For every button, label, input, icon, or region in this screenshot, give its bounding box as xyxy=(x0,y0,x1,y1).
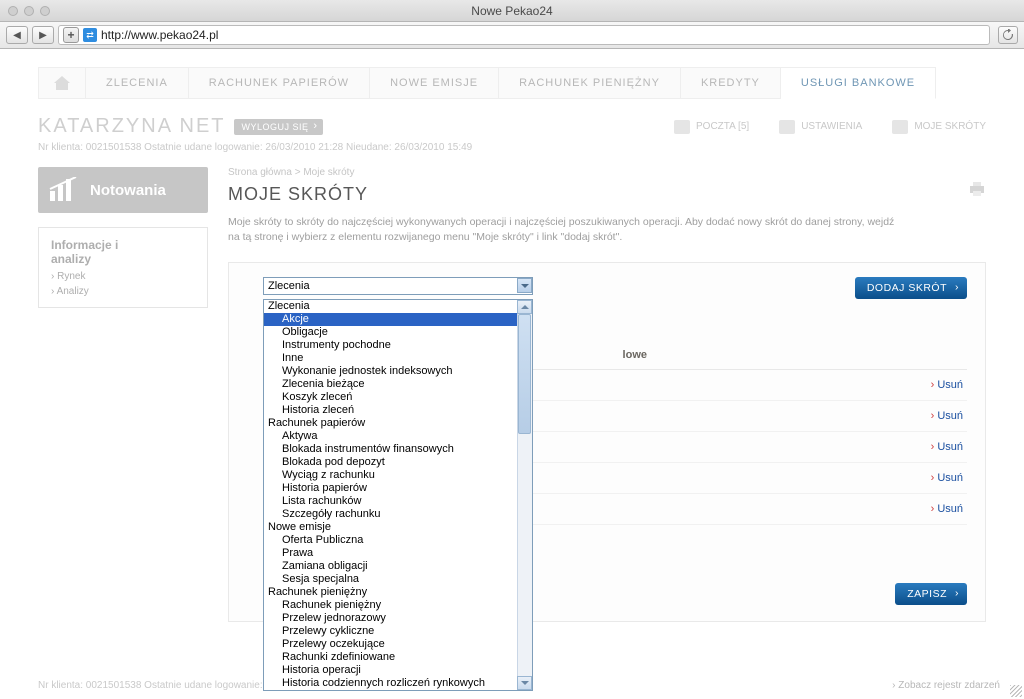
browser-titlebar: Nowe Pekao24 xyxy=(0,0,1024,22)
nav-home[interactable] xyxy=(38,67,86,99)
nav-uslugi-bankowe[interactable]: USŁUGI BANKOWE xyxy=(781,67,936,99)
dropdown-option[interactable]: Wykonanie jednostek indeksowych xyxy=(264,365,517,378)
dropdown-option[interactable]: Akcje xyxy=(264,313,517,326)
dropdown-option[interactable]: Aktywa xyxy=(264,430,517,443)
scroll-down-button[interactable] xyxy=(517,676,532,690)
shortcut-select[interactable]: Zlecenia xyxy=(263,277,533,295)
dropdown-option[interactable]: Przelew jednorazowy xyxy=(264,612,517,625)
nav-zlecenia[interactable]: ZLECENIA xyxy=(86,67,189,99)
settings-link[interactable]: USTAWIENIA xyxy=(779,120,862,134)
sidebar-item-informacje[interactable]: Informacje i analizy Rynek Analizy xyxy=(38,227,208,308)
dropdown-option[interactable]: Przelewy cykliczne xyxy=(264,625,517,638)
dropdown-option[interactable]: Wyciąg z rachunku xyxy=(264,469,517,482)
dropdown-option[interactable]: Historia operacji xyxy=(264,664,517,677)
delete-link[interactable]: Usuń xyxy=(931,379,963,391)
resize-handle[interactable] xyxy=(1010,685,1022,697)
main-nav: ZLECENIA RACHUNEK PAPIERÓW NOWE EMISJE R… xyxy=(38,67,986,99)
select-value: Zlecenia xyxy=(268,280,310,292)
dropdown-option[interactable]: Rachunek pieniężny xyxy=(264,599,517,612)
dropdown-option[interactable]: Zamiana obligacji xyxy=(264,560,517,573)
dropdown-option[interactable]: Blokada instrumentów finansowych xyxy=(264,443,517,456)
window-title: Nowe Pekao24 xyxy=(0,4,1024,18)
gear-icon xyxy=(779,120,795,134)
sidebar-item-label: Notowania xyxy=(90,182,166,199)
dropdown-group: Zlecenia xyxy=(264,300,517,313)
sidebar-item-notowania[interactable]: Notowania xyxy=(38,167,208,213)
back-button[interactable]: ◀ xyxy=(6,26,28,44)
home-icon xyxy=(53,75,71,91)
mail-link[interactable]: POCZTA [5] xyxy=(674,120,749,134)
delete-link[interactable]: Usuń xyxy=(931,441,963,453)
dropdown-option[interactable]: Przelewy oczekujące xyxy=(264,638,517,651)
scroll-up-button[interactable] xyxy=(517,300,532,314)
nav-nowe-emisje[interactable]: NOWE EMISJE xyxy=(370,67,499,99)
dropdown-option[interactable]: Lista rachunków xyxy=(264,495,517,508)
dropdown-option[interactable]: Rachunki zdefiniowane xyxy=(264,651,517,664)
dropdown-option[interactable]: Koszyk zleceń xyxy=(264,391,517,404)
settings-label: USTAWIENIA xyxy=(801,121,862,132)
user-name: KATARZYNA NET xyxy=(38,115,226,138)
info-link-analizy[interactable]: Analizy xyxy=(51,286,195,297)
save-button[interactable]: ZAPISZ xyxy=(895,583,967,605)
site-favicon: ⇄ xyxy=(83,28,97,42)
dropdown-group: Rachunek pieniężny xyxy=(264,586,517,599)
delete-link[interactable]: Usuń xyxy=(931,503,963,515)
print-icon[interactable] xyxy=(968,181,986,197)
page-title: MOJE SKRÓTY xyxy=(228,184,986,205)
scrollbar-thumb[interactable] xyxy=(518,314,531,434)
dropdown-option[interactable]: Historia codziennych rozliczeń rynkowych xyxy=(264,677,517,690)
shortcuts-panel: DODAJ SKRÓT Zlecenia ZleceniaAkcjeObliga… xyxy=(228,262,986,622)
info-title-line1: Informacje i xyxy=(51,238,195,252)
shortcut-icon xyxy=(892,120,908,134)
dropdown-option[interactable]: Historia papierów xyxy=(264,482,517,495)
info-title-line2: analizy xyxy=(51,252,195,266)
dropdown-option[interactable]: Instrumenty pochodne xyxy=(264,339,517,352)
intro-text: Moje skróty to skróty do najczęściej wyk… xyxy=(228,215,908,244)
shortcuts-link[interactable]: MOJE SKRÓTY xyxy=(892,120,986,134)
mail-label: POCZTA [5] xyxy=(696,121,749,132)
shortcut-dropdown: ZleceniaAkcjeObligacjeInstrumenty pochod… xyxy=(263,299,533,691)
reload-button[interactable] xyxy=(998,26,1018,44)
nav-kredyty[interactable]: KREDYTY xyxy=(681,67,781,99)
logout-button[interactable]: WYLOGUJ SIĘ xyxy=(234,119,323,135)
chevron-down-icon[interactable] xyxy=(517,278,532,293)
dropdown-option[interactable]: Prawa xyxy=(264,547,517,560)
delete-link[interactable]: Usuń xyxy=(931,472,963,484)
reload-icon xyxy=(1002,29,1014,41)
add-shortcut-button[interactable]: DODAJ SKRÓT xyxy=(855,277,967,299)
forward-button[interactable]: ▶ xyxy=(32,26,54,44)
dropdown-option[interactable]: Historia zleceń xyxy=(264,404,517,417)
client-meta: Nr klienta: 0021501538 Ostatnie udane lo… xyxy=(38,142,986,153)
url-text: http://www.pekao24.pl xyxy=(101,28,218,42)
browser-toolbar: ◀ ▶ + ⇄ http://www.pekao24.pl xyxy=(0,22,1024,49)
breadcrumb: Strona główna > Moje skróty xyxy=(228,167,986,178)
dropdown-group: Nowe emisje xyxy=(264,521,517,534)
info-link-rynek[interactable]: Rynek xyxy=(51,271,195,282)
chart-icon xyxy=(48,177,80,203)
mail-icon xyxy=(674,120,690,134)
delete-link[interactable]: Usuń xyxy=(931,410,963,422)
add-bookmark-icon[interactable]: + xyxy=(63,27,79,43)
dropdown-option[interactable]: Oferta Publiczna xyxy=(264,534,517,547)
url-field[interactable]: + ⇄ http://www.pekao24.pl xyxy=(58,25,990,45)
nav-rachunek-papierow[interactable]: RACHUNEK PAPIERÓW xyxy=(189,67,370,99)
dropdown-option[interactable]: Sesja specjalna xyxy=(264,573,517,586)
dropdown-option[interactable]: Blokada pod depozyt xyxy=(264,456,517,469)
nav-rachunek-pieniezny[interactable]: RACHUNEK PIENIĘŻNY xyxy=(499,67,681,99)
dropdown-option[interactable]: Szczegóły rachunku xyxy=(264,508,517,521)
dropdown-option[interactable]: Obligacje xyxy=(264,326,517,339)
footer-events-link[interactable]: Zobacz rejestr zdarzeń xyxy=(892,680,1000,691)
scrollbar-track[interactable] xyxy=(517,300,532,690)
dropdown-option[interactable]: Zlecenia bieżące xyxy=(264,378,517,391)
shortcuts-label: MOJE SKRÓTY xyxy=(914,121,986,132)
dropdown-option[interactable]: Inne xyxy=(264,352,517,365)
dropdown-group: Rachunek papierów xyxy=(264,417,517,430)
